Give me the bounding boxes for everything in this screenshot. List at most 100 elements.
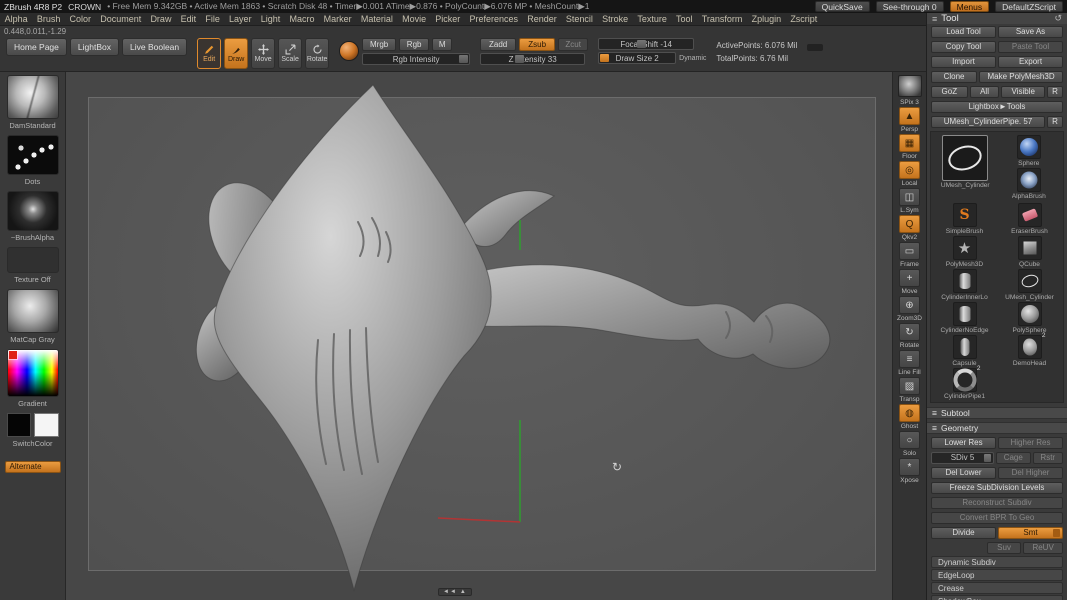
goz-all-button[interactable]: All — [970, 86, 1000, 98]
scroll-up-icon[interactable]: ▲ — [460, 589, 467, 595]
right-shelf-button[interactable]: + Move — [897, 269, 922, 295]
menu-item[interactable]: Material — [356, 14, 397, 24]
suv-button[interactable]: Suv — [987, 542, 1021, 554]
tool-inventory-item[interactable]: 2 CylinderPipe1 — [933, 368, 996, 400]
tool-inventory-item[interactable]: CylinderNoEdge — [933, 302, 996, 334]
draw-size-slider[interactable]: Draw Size 2 — [598, 52, 676, 64]
menu-item[interactable]: Draw — [146, 14, 176, 24]
tool-inventory-item[interactable]: Sphere — [999, 135, 1060, 167]
mrgb-button[interactable]: Mrgb — [362, 38, 396, 51]
scale-mode-button[interactable]: Scale — [278, 38, 302, 69]
right-shelf-button[interactable]: ◎ Local — [897, 161, 922, 187]
make-polymesh3d-button[interactable]: Make PolyMesh3D — [979, 71, 1063, 83]
copy-tool-button[interactable]: Copy Tool — [931, 41, 996, 53]
divide-button[interactable]: Divide — [931, 527, 996, 539]
clone-button[interactable]: Clone — [931, 71, 977, 83]
right-shelf-icon[interactable]: ▲ — [899, 107, 920, 125]
menu-item[interactable]: Picker — [431, 14, 465, 24]
quicksave-button[interactable]: QuickSave — [815, 1, 870, 12]
right-shelf-icon[interactable]: ◫ — [899, 188, 920, 206]
tool-inventory-item[interactable]: 2 DemoHead — [998, 335, 1061, 367]
current-material-swatch[interactable] — [339, 41, 359, 61]
selected-tool-thumbnail[interactable] — [942, 135, 988, 181]
right-shelf-button[interactable]: ◫ L.Sym — [897, 188, 922, 214]
move-mode-button[interactable]: Move — [251, 38, 275, 69]
right-shelf-button[interactable]: ≡ Line Fill — [897, 350, 922, 376]
zadd-button[interactable]: Zadd — [480, 38, 516, 51]
bpr-preview-thumbnail[interactable] — [898, 75, 922, 97]
tray-thumbnail[interactable] — [7, 289, 59, 333]
right-shelf-icon[interactable]: ◍ — [899, 404, 920, 422]
tool-inventory-item[interactable]: AlphaBrush — [999, 168, 1060, 200]
tool-inventory-item[interactable]: PolySphere — [998, 302, 1061, 334]
right-shelf-icon[interactable]: ▦ — [899, 134, 920, 152]
dynamic-size-label[interactable]: Dynamic — [679, 55, 706, 62]
shelf-collapse-handle[interactable] — [807, 44, 823, 51]
geometry-subsection-bar[interactable]: EdgeLoop — [931, 569, 1063, 581]
edit-mode-button[interactable]: Edit — [197, 38, 221, 69]
right-shelf-icon[interactable]: * — [899, 458, 920, 476]
menu-item[interactable]: Color — [65, 14, 96, 24]
smt-slider[interactable]: Smt — [998, 527, 1063, 539]
save-as-button[interactable]: Save As — [998, 26, 1063, 38]
right-shelf-icon[interactable]: ≡ — [899, 350, 920, 368]
tool-inventory-item[interactable]: PolyMesh3D — [933, 236, 996, 268]
menu-item[interactable]: Brush — [32, 14, 65, 24]
right-shelf-icon[interactable]: ◎ — [899, 161, 920, 179]
right-shelf-button[interactable]: ▲ Persp — [897, 107, 922, 133]
menu-item[interactable]: Document — [96, 14, 146, 24]
tool-thumbnail[interactable] — [953, 236, 977, 260]
tool-thumbnail[interactable] — [1018, 236, 1042, 260]
lower-res-button[interactable]: Lower Res — [931, 437, 996, 449]
menu-item[interactable]: Stroke — [598, 14, 633, 24]
lightbox-tools-button[interactable]: Lightbox►Tools — [931, 101, 1063, 113]
del-higher-button[interactable]: Del Higher — [998, 467, 1063, 479]
sculpted-model[interactable] — [66, 72, 892, 600]
del-lower-button[interactable]: Del Lower — [931, 467, 996, 479]
right-shelf-button[interactable]: ⊕ Zoom3D — [897, 296, 922, 322]
lightbox-button[interactable]: LightBox — [70, 38, 119, 56]
tray-thumbnail[interactable] — [7, 413, 59, 437]
convert-bpr-button[interactable]: Convert BPR To Geo — [931, 512, 1063, 524]
live-boolean-button[interactable]: Live Boolean — [122, 38, 187, 56]
tool-inventory-item[interactable]: Capsule — [933, 335, 996, 367]
menu-item[interactable]: File — [201, 14, 225, 24]
menu-item[interactable]: Zscript — [786, 14, 822, 24]
default-zscript-button[interactable]: DefaultZScript — [995, 1, 1063, 12]
tool-thumbnail[interactable] — [953, 269, 977, 293]
tray-thumbnail[interactable] — [7, 75, 59, 119]
goz-r-button[interactable]: R — [1047, 86, 1063, 98]
tool-thumbnail[interactable]: 2 — [1018, 335, 1042, 359]
menu-item[interactable]: Layer — [224, 14, 256, 24]
reuv-button[interactable]: ReUV — [1023, 542, 1063, 554]
menu-item[interactable]: Macro — [285, 14, 319, 24]
current-tool-button[interactable]: UMesh_CylinderPipe. 57 — [931, 116, 1045, 128]
scroll-left-icon[interactable]: ◄◄ — [443, 589, 457, 595]
m-button[interactable]: M — [432, 38, 452, 51]
tool-inventory-item[interactable]: EraserBrush — [998, 203, 1061, 235]
menu-item[interactable]: Tool — [671, 14, 697, 24]
right-shelf-button[interactable]: ↻ Rotate — [897, 323, 922, 349]
alternate-color-button[interactable]: Alternate — [5, 461, 61, 473]
right-shelf-icon[interactable]: + — [899, 269, 920, 287]
zcut-button[interactable]: Zcut — [558, 38, 588, 51]
right-shelf-icon[interactable]: Q — [899, 215, 920, 233]
right-shelf-button[interactable]: ○ Solo — [897, 431, 922, 457]
tray-thumbnail[interactable] — [7, 191, 59, 231]
tool-thumbnail[interactable] — [1018, 203, 1042, 227]
tool-palette-header[interactable]: ≡ Tool ↺ — [927, 13, 1067, 24]
menu-item[interactable]: Texture — [633, 14, 672, 24]
geometry-subsection-bar[interactable]: ShadowBox — [931, 595, 1063, 600]
menu-item[interactable]: Preferences — [465, 14, 523, 24]
goz-button[interactable]: GoZ — [931, 86, 968, 98]
right-shelf-button[interactable]: ▭ Frame — [897, 242, 922, 268]
right-shelf-icon[interactable]: ▭ — [899, 242, 920, 260]
rstr-button[interactable]: Rstr — [1033, 452, 1063, 464]
menu-item[interactable]: Stencil — [561, 14, 597, 24]
right-shelf-button[interactable]: ◍ Ghost — [897, 404, 922, 430]
sdiv-slider[interactable]: SDiv 5 — [931, 452, 994, 464]
right-shelf-button[interactable]: ▦ Floor — [897, 134, 922, 160]
export-button[interactable]: Export — [998, 56, 1063, 68]
menu-item[interactable]: Render — [523, 14, 562, 24]
tool-inventory-item[interactable]: CylinderInnerLo — [933, 269, 996, 301]
